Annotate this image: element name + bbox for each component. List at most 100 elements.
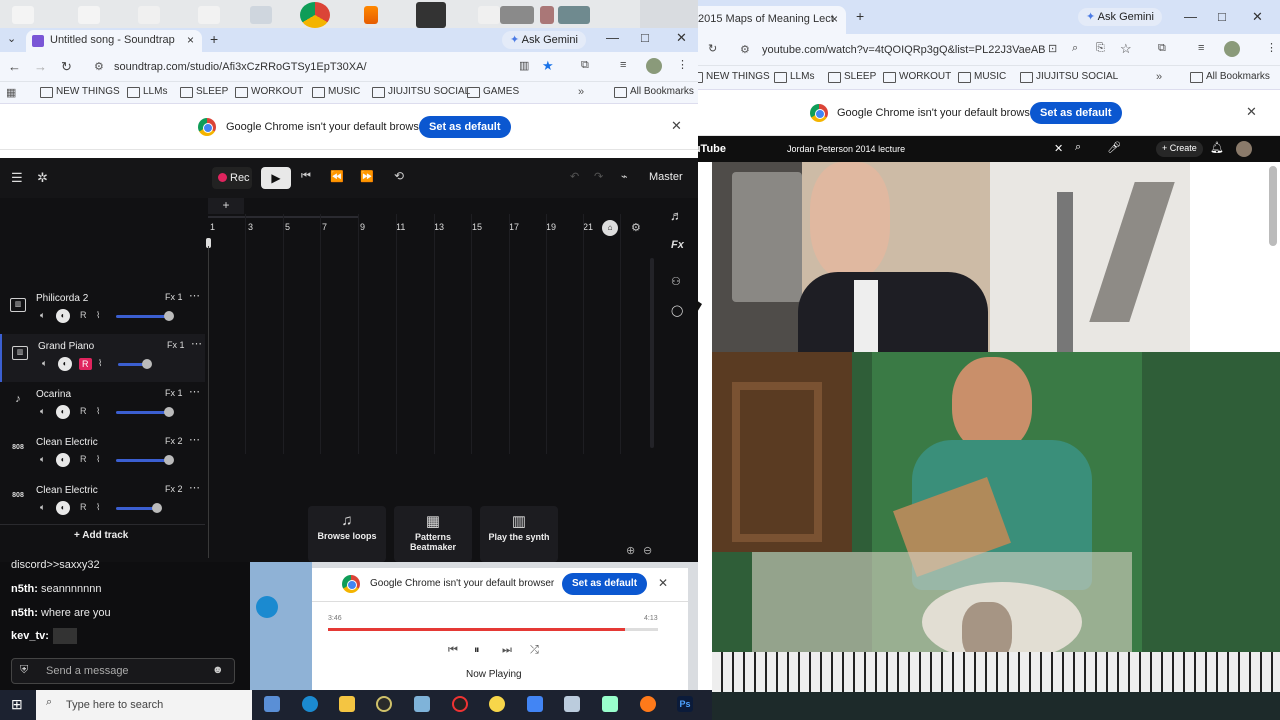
patterns-beatmaker-button[interactable]: ▦ Patterns Beatmaker — [394, 506, 472, 562]
redo-icon[interactable]: ↷ — [594, 170, 603, 183]
close-tab-icon[interactable]: × — [831, 12, 838, 26]
bookmark-workout[interactable]: WORKOUT — [883, 71, 951, 83]
chat-username[interactable]: n5th: — [11, 583, 38, 595]
bulb-icon[interactable] — [489, 696, 505, 712]
timeline-ruler[interactable]: 1 3 5 7 9 11 13 15 17 19 21 — [210, 222, 610, 236]
tab-youtube[interactable]: 2015 Maps of Meaning Lect × — [698, 6, 846, 34]
track-menu-icon[interactable]: ⋯ — [189, 481, 200, 494]
lecture-video[interactable] — [712, 162, 1190, 352]
pause-icon[interactable]: ⏸ — [474, 644, 480, 657]
track-row[interactable]: ♪ Ocarina Fx 1 ⋯ 🔈︎ ◐ R ⌇ — [0, 382, 205, 430]
tab-soundtrap[interactable]: Untitled song - Soundtrap × — [26, 30, 202, 52]
set-default-button[interactable]: Set as default — [419, 116, 511, 138]
menu-icon[interactable]: ⋮ — [677, 58, 688, 71]
bookmark-sleep[interactable]: SLEEP — [828, 71, 876, 83]
clear-search-icon[interactable]: ✕ — [1054, 142, 1063, 155]
loop-icon[interactable]: ⟲ — [394, 169, 404, 183]
track-fx-button[interactable]: Fx 1 — [165, 292, 183, 302]
fast-forward-icon[interactable]: ⏩ — [360, 170, 374, 183]
track-name[interactable]: Clean Electric — [36, 437, 98, 448]
all-bookmarks[interactable]: All Bookmarks — [1190, 71, 1270, 83]
maximize-icon[interactable]: □ — [1218, 9, 1226, 24]
app-icon[interactable] — [414, 696, 430, 712]
monitor-icon[interactable]: ◐ — [56, 501, 70, 515]
track-fx-button[interactable]: Fx 1 — [167, 340, 185, 350]
close-window-icon[interactable]: ✕ — [676, 30, 687, 46]
forward-icon[interactable]: → — [34, 59, 47, 74]
mute-icon[interactable]: 🔈︎ — [42, 358, 47, 369]
new-tab-button[interactable]: + — [210, 31, 218, 47]
youtube-logo[interactable]: YouTube — [698, 143, 726, 155]
extensions-icon[interactable]: ⧉ — [1158, 42, 1166, 55]
close-infobar-icon[interactable]: ✕ — [658, 576, 668, 590]
mute-icon[interactable]: 🔈︎ — [40, 310, 45, 321]
reload-icon[interactable]: ↻ — [61, 59, 72, 75]
track-name[interactable]: Ocarina — [36, 389, 71, 400]
minimize-icon[interactable]: — — [1184, 9, 1197, 24]
account-avatar[interactable] — [1236, 141, 1252, 157]
profile-icon[interactable] — [646, 58, 662, 74]
more-bookmarks-icon[interactable]: » — [578, 86, 584, 98]
create-button[interactable]: + Create — [1156, 141, 1203, 157]
track-row[interactable]: 808 Clean Electric Fx 2 ⋯ 🔈︎ ◐ R ⌇ — [0, 430, 205, 478]
windows-start-icon[interactable]: ⊞ — [11, 696, 23, 713]
rec-button[interactable]: Rec — [212, 167, 252, 189]
next-icon[interactable]: ⏭ — [502, 644, 512, 657]
reading-mode-icon[interactable]: ▥ — [519, 59, 529, 72]
mute-icon[interactable]: 🔈︎ — [40, 502, 45, 513]
track-menu-icon[interactable]: ⋯ — [189, 433, 200, 446]
firefox-icon[interactable] — [640, 696, 656, 712]
media-icon[interactable]: ≡ — [1198, 42, 1204, 54]
master-button[interactable]: Master — [649, 171, 683, 183]
track-name[interactable]: Grand Piano — [38, 341, 94, 352]
track-fx-button[interactable]: Fx 2 — [165, 436, 183, 446]
record-arm-button[interactable]: R — [79, 358, 92, 370]
hamburger-icon[interactable]: ☰ — [11, 170, 23, 186]
automation-track-icon[interactable]: ⌇ — [96, 310, 100, 321]
browse-loops-button[interactable]: ♫ Browse loops — [308, 506, 386, 562]
track-menu-icon[interactable]: ⋯ — [191, 337, 202, 350]
volume-knob[interactable] — [164, 455, 174, 465]
track-name[interactable]: Clean Electric — [36, 485, 98, 496]
chat-username[interactable]: kev_tv: — [11, 630, 49, 642]
edge-desktop-icon[interactable] — [256, 596, 278, 618]
track-name[interactable]: Philicorda 2 — [36, 293, 88, 304]
photoshop-icon[interactable]: Ps — [677, 696, 693, 712]
bookmark-workout[interactable]: WORKOUT — [235, 86, 303, 98]
zoom-icon[interactable]: ⌕ — [1072, 42, 1078, 55]
taskbar-search[interactable]: ⌕ Type here to search — [36, 690, 252, 720]
lens-icon[interactable]: ⊡ — [1048, 42, 1057, 55]
close-window-icon[interactable]: ✕ — [1252, 9, 1263, 25]
progress-track[interactable] — [328, 628, 658, 631]
vertical-scrollbar[interactable] — [650, 258, 654, 448]
soundtrap-logo-icon[interactable]: ✲ — [37, 170, 48, 186]
ask-gemini-button[interactable]: ✦ Ask Gemini — [502, 31, 586, 49]
shuffle-icon[interactable]: ⤮ — [530, 644, 539, 657]
monitor-icon[interactable]: ◐ — [56, 405, 70, 419]
all-bookmarks[interactable]: All Bookmarks — [614, 86, 694, 98]
add-section-button[interactable]: + — [208, 198, 244, 214]
instruments-icon[interactable]: ♬ — [670, 208, 683, 223]
site-info-icon[interactable]: ⚙ — [94, 60, 104, 73]
apps-grid-icon[interactable]: ▦ — [6, 86, 16, 99]
emoji-icon[interactable]: ☻ — [212, 664, 224, 676]
record-arm-button[interactable]: R — [80, 454, 87, 464]
play-button[interactable]: ▶ — [261, 167, 291, 189]
install-icon[interactable]: ⎘ — [1096, 42, 1105, 55]
chrome-taskbar-icon[interactable] — [452, 696, 468, 712]
media-icon[interactable]: ≡ — [620, 59, 626, 71]
zoom-out-icon[interactable]: ⊖ — [643, 544, 652, 557]
bookmark-llms[interactable]: LLMs — [127, 86, 167, 98]
collaborators-icon[interactable]: ⚇ — [671, 275, 681, 288]
obs-icon[interactable] — [376, 696, 392, 712]
more-bookmarks-icon[interactable]: » — [1156, 71, 1162, 83]
settings-gear-icon[interactable]: ⚙ — [631, 221, 641, 234]
address-bar[interactable]: ⚙ youtube.com/watch?v=4tQOIQRp3gQ&list=P… — [728, 39, 1048, 61]
set-default-button[interactable]: Set as default — [1030, 102, 1122, 124]
automation-track-icon[interactable]: ⌇ — [98, 358, 102, 369]
task-view-icon[interactable] — [264, 696, 280, 712]
bookmark-music[interactable]: MUSIC — [958, 71, 1006, 83]
search-icon[interactable]: ⌕ — [1075, 141, 1081, 154]
site-info-icon[interactable]: ⚙ — [740, 43, 750, 56]
bookmark-jiujitsu[interactable]: JIUJITSU SOCIAL — [1020, 71, 1118, 83]
